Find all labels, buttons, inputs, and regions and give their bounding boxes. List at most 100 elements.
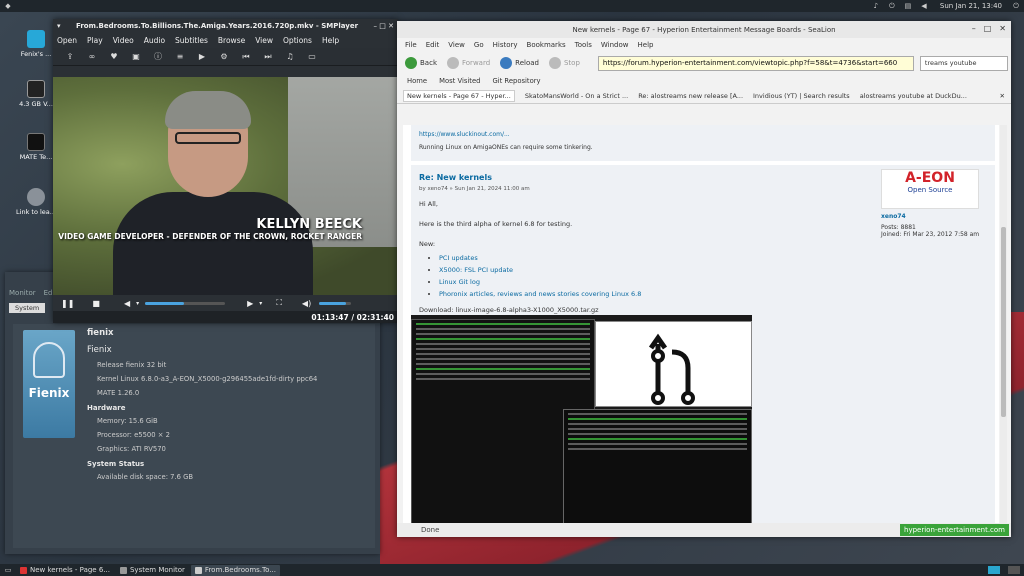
- reload-button[interactable]: Reload: [500, 57, 539, 69]
- menu-history[interactable]: History: [493, 41, 518, 49]
- playlist-icon[interactable]: ≡: [169, 52, 191, 61]
- forward-button[interactable]: Forward: [447, 57, 490, 69]
- tab-bar: New kernels - Page 67 - Hyper... SkatoMa…: [397, 88, 1011, 104]
- settings-icon[interactable]: ⚙: [213, 52, 235, 61]
- bookmark-home[interactable]: Home: [407, 77, 427, 85]
- menu-file[interactable]: File: [405, 41, 417, 49]
- menu-bookmarks[interactable]: Bookmarks: [527, 41, 566, 49]
- menu-options[interactable]: Options: [283, 36, 312, 45]
- menu-help[interactable]: Help: [638, 41, 654, 49]
- url-bar[interactable]: https://forum.hyperion-entertainment.com…: [597, 55, 914, 71]
- window-title: From.Bedrooms.To.Billions.The.Amiga.Year…: [75, 22, 359, 30]
- seek-slider[interactable]: [145, 301, 226, 305]
- stop-icon[interactable]: ■: [92, 299, 100, 308]
- player-icon[interactable]: ▶: [191, 52, 213, 61]
- menu-open[interactable]: Open: [57, 36, 77, 45]
- forward-menu-icon[interactable]: ▾: [259, 300, 262, 307]
- minimize-icon[interactable]: –: [374, 22, 378, 30]
- info-icon[interactable]: ⓘ: [147, 51, 169, 62]
- audio-track-icon[interactable]: ♫: [279, 52, 301, 61]
- sysmon-menu-monitor[interactable]: Monitor: [9, 289, 36, 297]
- menu-view[interactable]: View: [448, 41, 465, 49]
- lower-third: KELLYN BEECK VIDEO GAME DEVELOPER - DEFE…: [58, 217, 362, 241]
- close-tab-icon[interactable]: ✕: [1000, 92, 1005, 100]
- forward-icon[interactable]: ▶: [247, 299, 253, 308]
- subtitle-icon[interactable]: ▭: [301, 52, 323, 61]
- link-pci-updates[interactable]: PCI updates: [439, 254, 478, 262]
- fienix-logo: Fienix: [23, 330, 75, 438]
- volume-icon[interactable]: ◀): [302, 299, 311, 308]
- menu-tools[interactable]: Tools: [575, 41, 592, 49]
- page-scrollbar[interactable]: [1000, 125, 1007, 523]
- maximize-icon[interactable]: □: [379, 22, 386, 30]
- bookmark-git-repository[interactable]: Git Repository: [492, 77, 540, 85]
- menu-edit[interactable]: Edit: [426, 41, 440, 49]
- browser-window: New kernels - Page 67 - Hyperion Enterta…: [397, 21, 1011, 537]
- smplayer-window: ▾ From.Bedrooms.To.Billions.The.Amiga.Ye…: [53, 19, 398, 323]
- menu-play[interactable]: Play: [87, 36, 103, 45]
- menu-help[interactable]: Help: [322, 36, 339, 45]
- task-smplayer[interactable]: From.Bedrooms.To...: [190, 564, 280, 576]
- tab-skatomansworld[interactable]: SkatoMansWorld - On a Strict ...: [525, 92, 628, 100]
- previous-post-link[interactable]: https://www.sluckinout.com/...: [419, 131, 987, 138]
- back-icon: [405, 57, 417, 69]
- link-phoronix[interactable]: Phoronix articles, reviews and news stor…: [439, 290, 641, 298]
- clock[interactable]: Sun Jan 21, 13:40: [940, 2, 1002, 10]
- link-fsl-pci-update[interactable]: X5000: FSL PCI update: [439, 266, 513, 274]
- tab-system[interactable]: System: [9, 303, 46, 313]
- bookmark-most-visited[interactable]: Most Visited: [439, 77, 480, 85]
- network-icon[interactable]: ▤: [904, 2, 912, 10]
- menu-view[interactable]: View: [255, 36, 273, 45]
- menu-video[interactable]: Video: [113, 36, 134, 45]
- memory: Memory: 15.6 GiB: [97, 417, 158, 425]
- maximize-icon[interactable]: □: [984, 24, 992, 33]
- rewind-icon[interactable]: ◀: [124, 299, 130, 308]
- tab-duckduckgo[interactable]: alostreams youtube at DuckDu...: [860, 92, 967, 100]
- hostname: fienix: [87, 328, 114, 338]
- download-link[interactable]: Download: linux-image-6.8-alpha3-X1000_X…: [419, 306, 987, 314]
- upload-icon[interactable]: ⇪: [59, 52, 81, 61]
- tab-invidious[interactable]: Invidious (YT) | Search results: [753, 92, 850, 100]
- screenshot-icon[interactable]: ▣: [125, 52, 147, 61]
- search-input[interactable]: treams youtube: [919, 55, 1008, 71]
- power-icon[interactable]: ⏻: [888, 2, 896, 10]
- link-icon[interactable]: ∞: [81, 52, 103, 61]
- menu-window[interactable]: Window: [601, 41, 629, 49]
- next-icon[interactable]: ⏭: [257, 52, 279, 62]
- volume-icon[interactable]: ◀: [920, 2, 928, 10]
- menu-subtitles[interactable]: Subtitles: [175, 36, 208, 45]
- shutdown-icon[interactable]: ⏻: [1012, 2, 1020, 10]
- bell-icon[interactable]: ♪: [872, 2, 880, 10]
- pause-icon[interactable]: ❚❚: [61, 299, 74, 308]
- task-system-monitor[interactable]: System Monitor: [116, 565, 189, 576]
- favorite-icon[interactable]: ♥: [103, 52, 125, 61]
- menu-icon[interactable]: ◆: [4, 2, 12, 10]
- menu-browse[interactable]: Browse: [218, 36, 245, 45]
- volume-slider[interactable]: [319, 301, 352, 305]
- menu-go[interactable]: Go: [474, 41, 484, 49]
- minimize-icon[interactable]: –: [972, 24, 976, 33]
- top-panel: ◆ ♪ ⏻ ▤ ◀ Sun Jan 21, 13:40 ⏻: [0, 0, 1024, 12]
- fullscreen-icon[interactable]: ⛶: [276, 298, 282, 308]
- workspace-1-icon[interactable]: [988, 566, 1000, 574]
- workspace-2-icon[interactable]: [1008, 566, 1020, 574]
- time-display: 01:13:47 / 02:31:40: [53, 311, 398, 323]
- tab-new-kernels[interactable]: New kernels - Page 67 - Hyper...: [403, 89, 515, 102]
- rewind-menu-icon[interactable]: ▾: [136, 300, 139, 307]
- menu-audio[interactable]: Audio: [144, 36, 165, 45]
- show-desktop-icon[interactable]: ▭: [4, 566, 12, 574]
- status-bar: Done hyperion-entertainment.com: [397, 523, 1011, 537]
- video-frame[interactable]: KELLYN BEECK VIDEO GAME DEVELOPER - DEFE…: [53, 77, 398, 295]
- back-button[interactable]: Back: [405, 57, 437, 69]
- previous-icon[interactable]: ⏮: [235, 52, 257, 62]
- tab-alostreams[interactable]: Re: alostreams new release [A...: [638, 92, 743, 100]
- task-browser[interactable]: New kernels - Page 6...: [16, 565, 114, 576]
- stop-button[interactable]: Stop: [548, 57, 580, 69]
- previous-post-text: Running Linux on AmigaONEs can require s…: [419, 144, 593, 151]
- screenshot-image[interactable]: [411, 315, 752, 523]
- author-name[interactable]: xeno74: [881, 213, 979, 220]
- close-icon[interactable]: ✕: [388, 22, 394, 30]
- close-icon[interactable]: ✕: [999, 24, 1006, 33]
- new-label: New:: [419, 240, 436, 248]
- link-git-log[interactable]: Linux Git log: [439, 278, 480, 286]
